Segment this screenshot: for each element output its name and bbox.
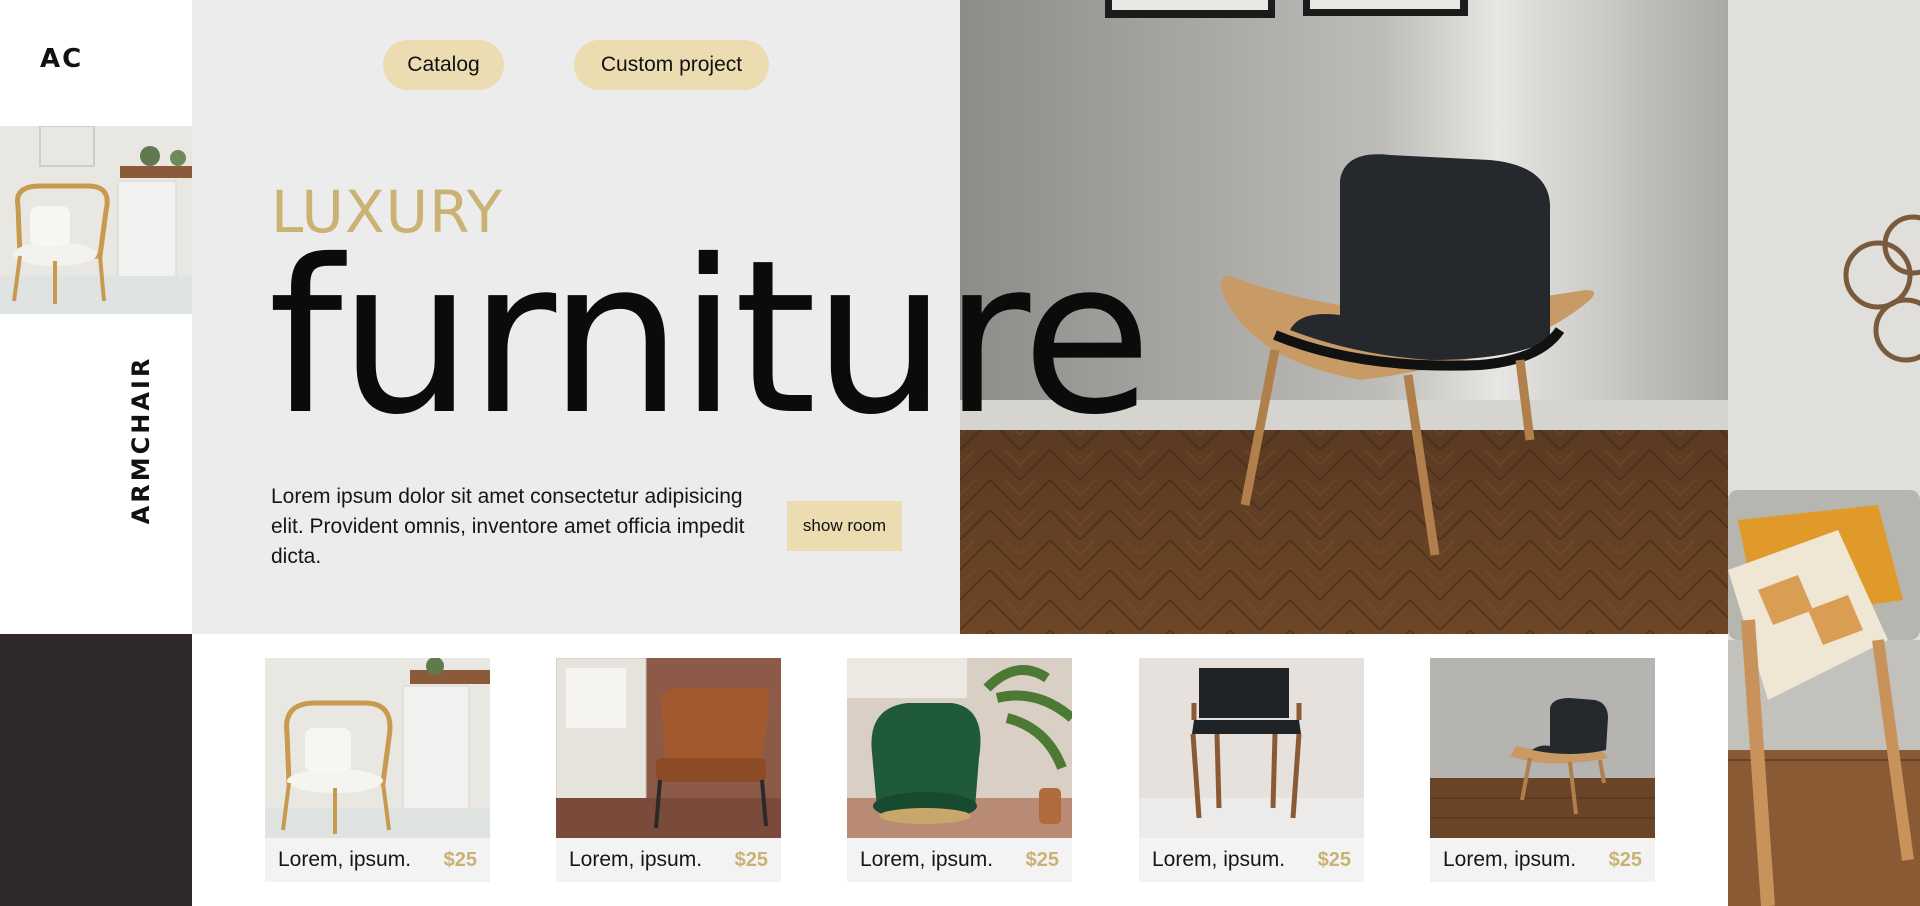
side-photo-armchair-pillows	[1728, 0, 1920, 906]
product-card[interactable]: Lorem, ipsum. $25	[847, 658, 1072, 882]
product-card[interactable]: Lorem, ipsum. $25	[1430, 658, 1655, 882]
product-price: $25	[1608, 848, 1642, 871]
product-price: $25	[1025, 848, 1059, 871]
product-card-footer: Lorem, ipsum. $25	[265, 838, 490, 882]
product-card-footer: Lorem, ipsum. $25	[1430, 838, 1655, 882]
product-name: Lorem, ipsum.	[1443, 848, 1577, 871]
product-image-green-velvet-chair	[847, 658, 1072, 838]
product-price: $25	[1317, 848, 1351, 871]
product-image-rattan-chair	[265, 658, 490, 838]
sidebar-thumbnail-rattan-chair[interactable]	[0, 126, 192, 314]
product-price: $25	[443, 848, 477, 871]
custom-project-button[interactable]: Custom project	[574, 40, 769, 90]
catalog-button[interactable]: Catalog	[383, 40, 504, 90]
sidebar-dark-block	[0, 634, 192, 906]
product-card-footer: Lorem, ipsum. $25	[1139, 838, 1364, 882]
product-card-footer: Lorem, ipsum. $25	[847, 838, 1072, 882]
product-card-footer: Lorem, ipsum. $25	[556, 838, 781, 882]
sidebar: AC ARMCHAIR	[0, 0, 192, 906]
product-card[interactable]: Lorem, ipsum. $25	[1139, 658, 1364, 882]
product-card[interactable]: Lorem, ipsum. $25	[265, 658, 490, 882]
hero-headline: furniture	[268, 214, 1152, 461]
product-name: Lorem, ipsum.	[860, 848, 994, 871]
product-image-wood-leather-chair	[1139, 658, 1364, 838]
show-room-button[interactable]: show room	[787, 501, 902, 551]
hero-description: Lorem ipsum dolor sit amet consectetur a…	[271, 485, 745, 568]
product-name: Lorem, ipsum.	[278, 848, 412, 871]
product-name: Lorem, ipsum.	[569, 848, 703, 871]
category-vertical-label: ARMCHAIR	[127, 355, 155, 525]
product-card[interactable]: Lorem, ipsum. $25	[556, 658, 781, 882]
product-price: $25	[734, 848, 768, 871]
product-image-shell-chair	[1430, 658, 1655, 838]
logo[interactable]: AC	[40, 44, 83, 74]
product-name: Lorem, ipsum.	[1152, 848, 1286, 871]
product-image-leather-chair	[556, 658, 781, 838]
